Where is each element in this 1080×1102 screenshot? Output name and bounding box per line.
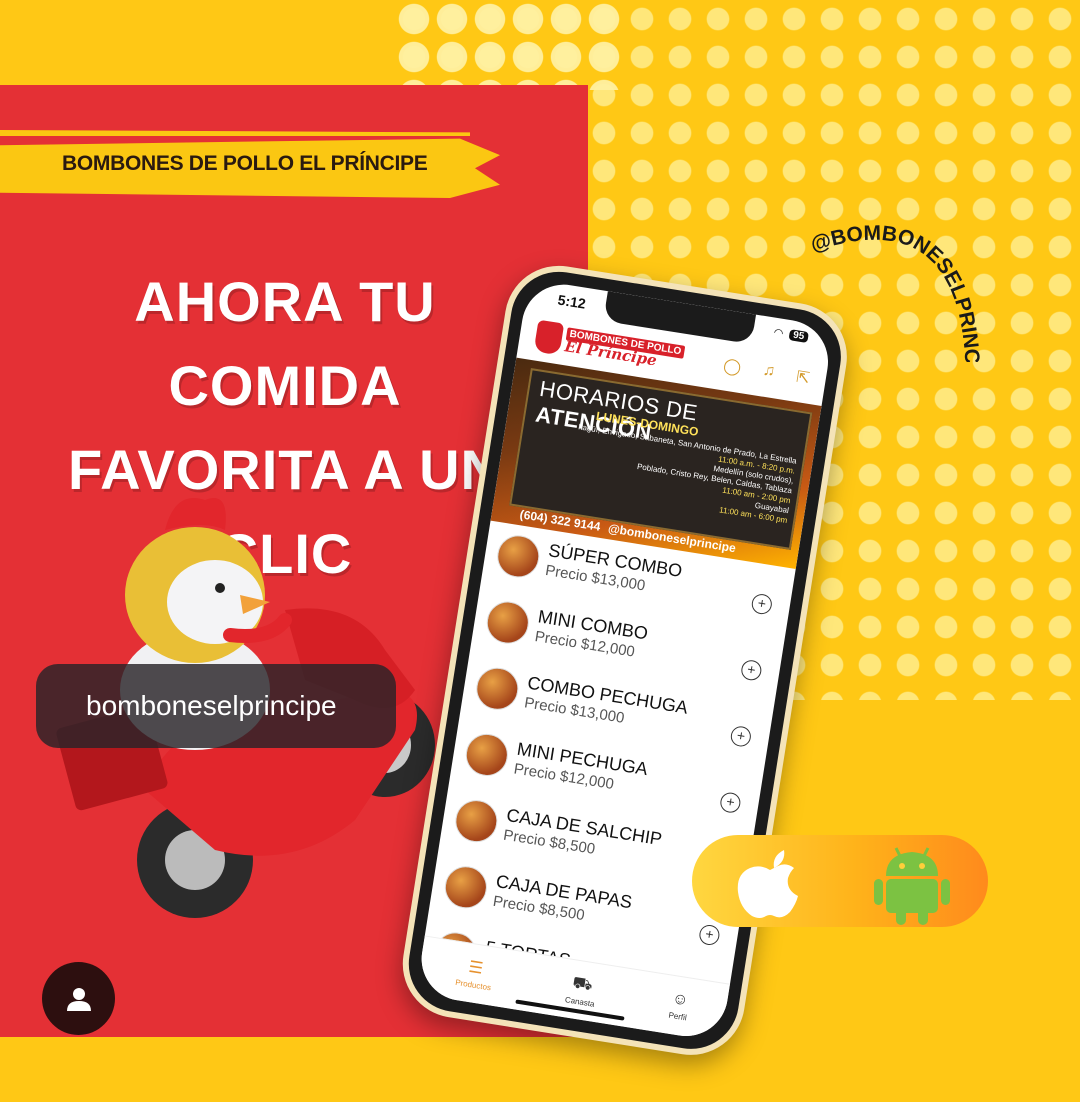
brand-name: BOMBONES DE POLLO EL PRÍNCIPE bbox=[62, 152, 428, 175]
status-time: 5:12 bbox=[556, 291, 587, 312]
menu-icon: ☰ bbox=[467, 958, 485, 978]
tab-perfil[interactable]: ☺ Perfil bbox=[668, 990, 691, 1022]
tab-label: Perfil bbox=[667, 1010, 688, 1023]
user-icon bbox=[66, 987, 91, 1011]
profile-icon: ☺ bbox=[670, 990, 690, 1010]
product-thumbnail bbox=[452, 797, 501, 846]
add-to-cart-icon[interactable]: + bbox=[697, 923, 721, 947]
wifi-icon: ◠ bbox=[772, 326, 785, 341]
share-icon[interactable]: ⇱ bbox=[795, 367, 811, 389]
battery-icon: 95 bbox=[788, 329, 809, 343]
android-logo-icon[interactable] bbox=[870, 842, 955, 927]
tab-canasta[interactable]: ⛟ Canasta bbox=[564, 973, 598, 1009]
chat-icon[interactable]: ◯ bbox=[722, 355, 743, 378]
product-thumbnail bbox=[441, 863, 490, 912]
add-to-cart-icon[interactable]: + bbox=[718, 791, 742, 815]
tab-productos[interactable]: ☰ Productos bbox=[454, 955, 496, 993]
apple-logo-icon[interactable] bbox=[730, 842, 810, 922]
bell-icon[interactable]: ♫ bbox=[761, 361, 777, 383]
add-to-cart-icon[interactable]: + bbox=[750, 592, 774, 616]
rooster-logo-icon bbox=[533, 319, 565, 356]
profile-avatar-button[interactable] bbox=[42, 962, 115, 1035]
cart-icon: ⛟ bbox=[571, 974, 594, 995]
header-actions: ◯ ♫ ⇱ bbox=[722, 355, 811, 388]
product-thumbnail bbox=[494, 532, 543, 581]
status-icons: ◠ 95 bbox=[773, 326, 809, 344]
username-overlay[interactable]: bomboneselprincipe bbox=[36, 664, 396, 748]
product-thumbnail bbox=[473, 664, 522, 713]
tab-label: Canasta bbox=[564, 995, 596, 1009]
tab-label: Productos bbox=[454, 977, 492, 993]
dot-pattern-top bbox=[395, 0, 625, 90]
add-to-cart-icon[interactable]: + bbox=[729, 724, 753, 748]
headline-line-1: AHORA TU COMIDA bbox=[134, 270, 436, 417]
product-thumbnail bbox=[462, 730, 511, 779]
product-thumbnail bbox=[483, 598, 532, 647]
add-to-cart-icon[interactable]: + bbox=[739, 658, 763, 682]
